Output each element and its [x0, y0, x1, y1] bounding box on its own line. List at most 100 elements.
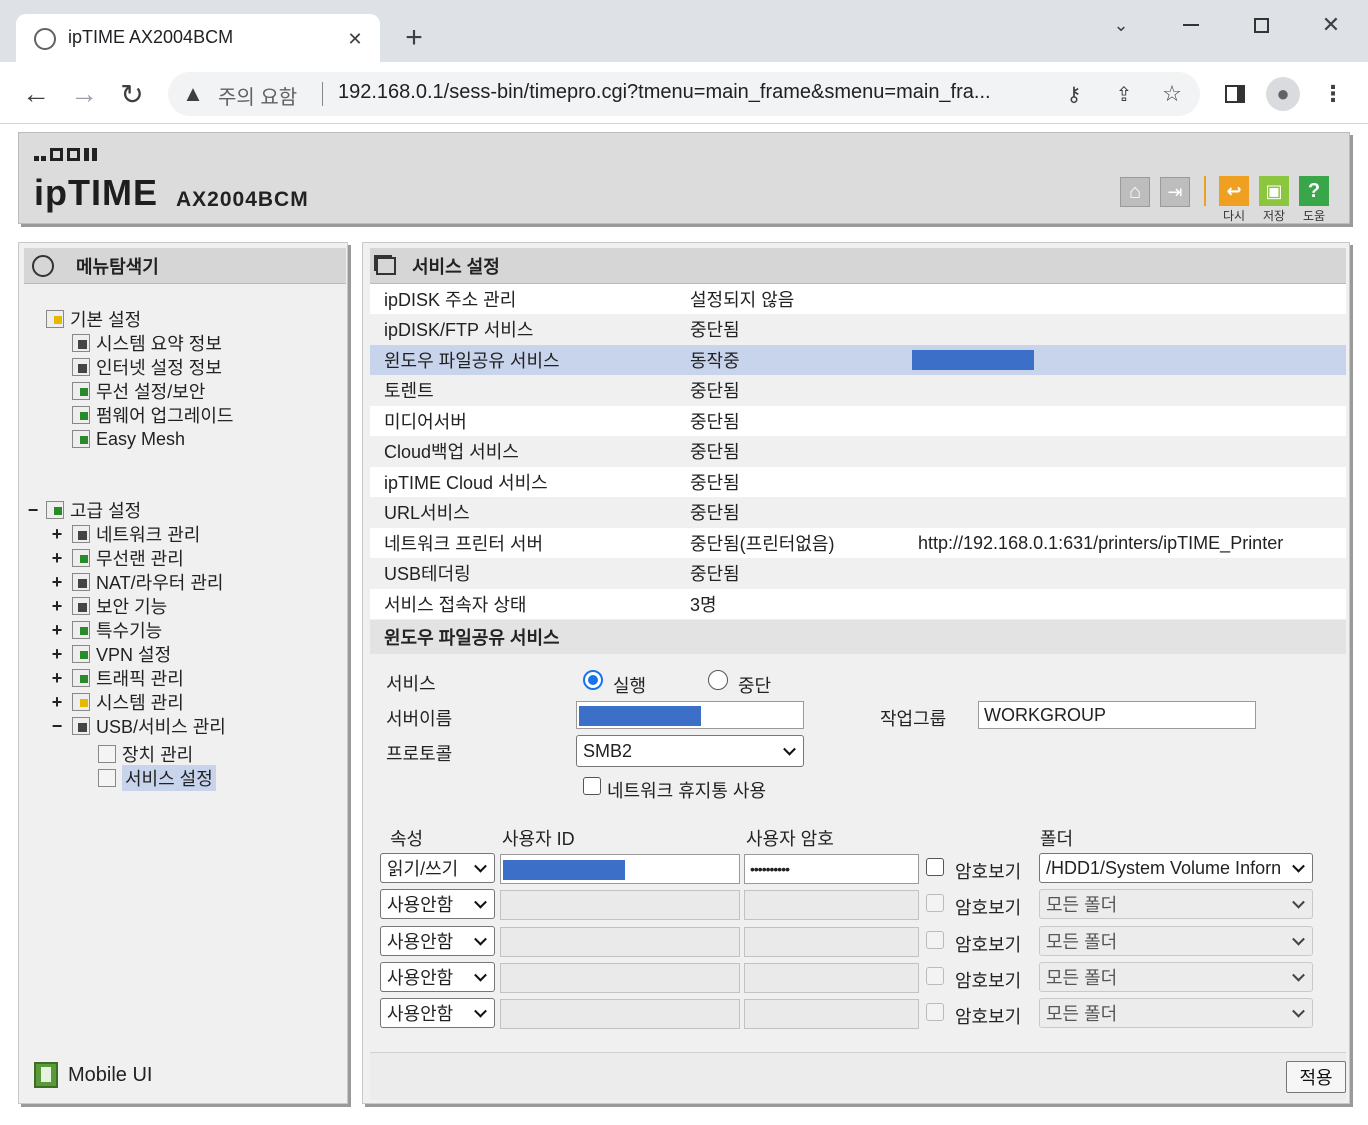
show-password-checkbox[interactable] [926, 894, 944, 912]
lock-icon [72, 597, 90, 615]
show-password-label[interactable]: 암호보기 [955, 931, 1021, 957]
address-divider [322, 82, 323, 106]
tree-item-wlan[interactable]: + 무선랜 관리 [48, 546, 226, 570]
maximize-icon[interactable] [1246, 10, 1276, 40]
browser-tab[interactable]: ipTIME AX2004BCM ✕ [16, 14, 380, 64]
tree-item-wireless-security[interactable]: 무선 설정/보안 [72, 379, 233, 403]
user-attr-select[interactable]: 사용안함 [380, 998, 495, 1028]
apply-button[interactable]: 적용 [1286, 1061, 1346, 1093]
expand-icon[interactable]: + [48, 644, 66, 665]
chart-icon [72, 334, 90, 352]
user-attr-select[interactable]: 사용안함 [380, 889, 495, 919]
url-text[interactable]: 192.168.0.1/sess-bin/timepro.cgi?tmenu=m… [338, 81, 991, 104]
show-password-label[interactable]: 암호보기 [955, 967, 1021, 993]
expand-icon[interactable]: + [48, 668, 66, 689]
tree-item-easy-mesh[interactable]: Easy Mesh [72, 427, 233, 451]
user-password-input[interactable] [744, 963, 919, 993]
tab-search-icon[interactable]: ⌄ [1106, 10, 1136, 40]
collapse-icon[interactable]: − [24, 500, 42, 521]
show-password-checkbox[interactable] [926, 931, 944, 949]
show-password-checkbox[interactable] [926, 1003, 944, 1021]
tree-item-firmware-upgrade[interactable]: 펌웨어 업그레이드 [72, 403, 233, 427]
save-button[interactable]: ▣ 저장 [1256, 174, 1292, 224]
user-password-input[interactable] [744, 999, 919, 1029]
user-folder-select[interactable]: /HDD1/System Volume Inforn [1039, 853, 1313, 883]
user-password-input[interactable] [744, 927, 919, 957]
mobile-ui-link[interactable]: Mobile UI [34, 1062, 152, 1088]
show-password-checkbox[interactable] [926, 967, 944, 985]
radio-run[interactable] [583, 670, 603, 690]
show-password-label[interactable]: 암호보기 [955, 1003, 1021, 1029]
model-name: AX2004BCM [176, 188, 309, 211]
user-id-input[interactable] [500, 963, 740, 993]
expand-icon[interactable]: + [48, 596, 66, 617]
user-id-input[interactable] [500, 854, 740, 884]
home-icon[interactable]: ⌂ [1120, 177, 1150, 207]
user-folder-select[interactable]: 모든 폴더 [1039, 998, 1313, 1028]
tree-item-security[interactable]: + 보안 기능 [48, 594, 226, 618]
user-id-input[interactable] [500, 890, 740, 920]
more-menu-icon[interactable]: ⋮ [1320, 78, 1346, 110]
warning-icon[interactable]: ▲ [180, 81, 206, 107]
user-password-input[interactable] [744, 890, 919, 920]
user-folder-select[interactable]: 모든 폴더 [1039, 962, 1313, 992]
expand-icon[interactable]: + [48, 548, 66, 569]
service-status: 중단됨 [690, 503, 740, 523]
tree-item-special[interactable]: + 특수기능 [48, 618, 226, 642]
tree-item-device-manage[interactable]: 장치 관리 [98, 742, 216, 766]
user-folder-select[interactable]: 모든 폴더 [1039, 889, 1313, 919]
tree-item-usb-service[interactable]: − USB/서비스 관리 [48, 714, 226, 738]
tree-item-system-summary[interactable]: 시스템 요약 정보 [72, 331, 233, 355]
logout-icon[interactable]: ⇥ [1160, 177, 1190, 207]
user-password-input[interactable]: •••••••••• [744, 854, 919, 884]
show-password-checkbox[interactable] [926, 858, 944, 876]
workgroup-input[interactable]: WORKGROUP [978, 701, 1256, 729]
key-icon[interactable]: ⚷ [1060, 80, 1088, 108]
tree-advanced-settings[interactable]: − 고급 설정 [24, 498, 142, 522]
protocol-select[interactable]: SMB2 [576, 735, 804, 767]
user-id-input[interactable] [500, 999, 740, 1029]
share-icon[interactable]: ⇪ [1110, 80, 1138, 108]
refresh-button[interactable]: ↩ 다시 [1216, 174, 1252, 224]
radio-stop-label[interactable]: 중단 [738, 672, 771, 698]
recycle-bin-checkbox[interactable] [583, 777, 601, 795]
expand-icon[interactable]: + [48, 692, 66, 713]
tree-item-system[interactable]: + 시스템 관리 [48, 690, 226, 714]
security-label[interactable]: 주의 요함 [218, 81, 297, 110]
reload-icon[interactable]: ↻ [116, 78, 148, 110]
close-window-icon[interactable]: ✕ [1316, 10, 1346, 40]
help-button[interactable]: ? 도움 [1296, 174, 1332, 224]
minimize-icon[interactable] [1176, 10, 1206, 40]
user-id-input[interactable] [500, 927, 740, 957]
back-icon[interactable]: ← [20, 78, 52, 110]
tree-basic-settings[interactable]: 기본 설정 [46, 307, 141, 331]
side-panel-icon[interactable] [1220, 80, 1250, 108]
forward-icon[interactable]: → [68, 78, 100, 110]
tree-item-service-settings[interactable]: 서비스 설정 [98, 765, 216, 791]
server-name-input[interactable] [576, 701, 804, 729]
user-attr-select[interactable]: 사용안함 [380, 926, 495, 956]
collapse-icon[interactable]: − [48, 716, 66, 737]
address-bar[interactable]: ▲ 주의 요함 192.168.0.1/sess-bin/timepro.cgi… [168, 72, 1200, 116]
tree-item-nat[interactable]: + NAT/라우터 관리 [48, 570, 226, 594]
tree-item-internet-info[interactable]: 인터넷 설정 정보 [72, 355, 233, 379]
tree-item-network[interactable]: + 네트워크 관리 [48, 522, 226, 546]
service-row: URL서비스 중단됨 [370, 497, 1346, 527]
user-attr-select[interactable]: 사용안함 [380, 962, 495, 992]
show-password-label[interactable]: 암호보기 [955, 858, 1021, 884]
new-tab-button[interactable]: + [398, 21, 430, 54]
tree-item-traffic[interactable]: + 트래픽 관리 [48, 666, 226, 690]
radio-stop[interactable] [708, 670, 728, 690]
show-password-label[interactable]: 암호보기 [955, 894, 1021, 920]
recycle-bin-label[interactable]: 네트워크 휴지통 사용 [607, 777, 766, 803]
user-folder-select[interactable]: 모든 폴더 [1039, 926, 1313, 956]
radio-run-label[interactable]: 실행 [613, 672, 646, 698]
expand-icon[interactable]: + [48, 572, 66, 593]
user-attr-select[interactable]: 읽기/쓰기 [380, 853, 495, 883]
tree-item-vpn[interactable]: + VPN 설정 [48, 642, 226, 666]
tab-close-icon[interactable]: ✕ [342, 26, 368, 52]
expand-icon[interactable]: + [48, 524, 66, 545]
expand-icon[interactable]: + [48, 620, 66, 641]
profile-avatar-icon[interactable]: ● [1266, 77, 1300, 111]
bookmark-star-icon[interactable]: ☆ [1158, 80, 1186, 108]
